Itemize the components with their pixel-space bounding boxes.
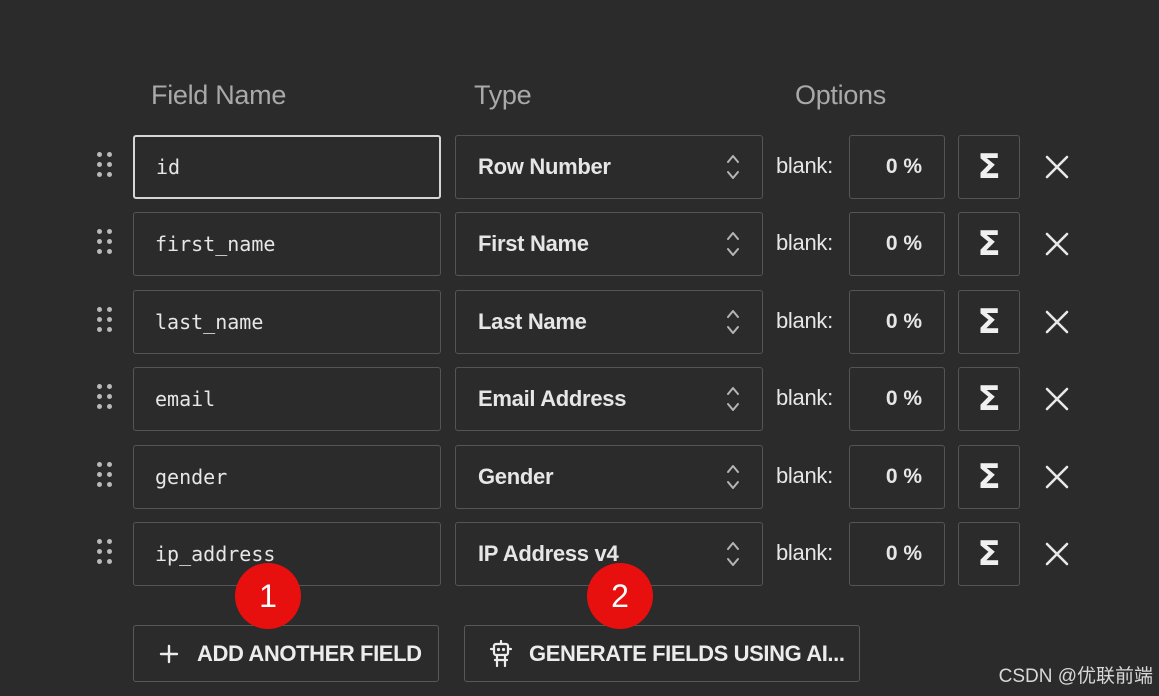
- annotation-badge-1: 1: [235, 563, 301, 629]
- formula-button[interactable]: Σ: [958, 445, 1020, 509]
- sigma-icon: Σ: [977, 534, 1001, 574]
- field-name-input[interactable]: [133, 290, 441, 354]
- header-field-name: Field Name: [151, 80, 287, 110]
- field-name-input[interactable]: [133, 212, 441, 276]
- sigma-icon: Σ: [977, 224, 1001, 264]
- type-select[interactable]: Last Name: [455, 290, 763, 354]
- type-label: Last Name: [478, 309, 587, 334]
- type-select[interactable]: Email Address: [455, 367, 763, 431]
- sort-updown-icon: [727, 155, 739, 179]
- type-label: Row Number: [478, 154, 611, 179]
- drag-handle-icon[interactable]: [97, 462, 117, 490]
- sort-updown-icon: [727, 387, 739, 411]
- field-row-first_name: First Name blank: Σ: [0, 212, 1159, 276]
- drag-handle-icon[interactable]: [97, 539, 117, 567]
- field-row-ip_address: IP Address v4 blank: Σ: [0, 522, 1159, 586]
- field-row-id: Row Number blank: Σ: [0, 135, 1159, 199]
- type-select[interactable]: Row Number: [455, 135, 763, 199]
- close-icon[interactable]: [1043, 385, 1071, 413]
- blank-percent-input[interactable]: [849, 445, 945, 509]
- drag-handle-icon[interactable]: [97, 307, 117, 335]
- drag-handle-icon[interactable]: [97, 229, 117, 257]
- sort-updown-icon: [727, 310, 739, 334]
- type-label: Gender: [478, 464, 554, 489]
- type-label: Email Address: [478, 386, 627, 411]
- blank-label: blank:: [776, 463, 833, 488]
- watermark: CSDN @优联前端: [998, 666, 1153, 687]
- field-row-last_name: Last Name blank: Σ: [0, 290, 1159, 354]
- drag-handle-icon[interactable]: [97, 384, 117, 412]
- formula-button[interactable]: Σ: [958, 212, 1020, 276]
- type-select[interactable]: Gender: [455, 445, 763, 509]
- field-name-input[interactable]: [133, 445, 441, 509]
- blank-label: blank:: [776, 308, 833, 333]
- sigma-icon: Σ: [977, 302, 1001, 342]
- close-icon[interactable]: [1043, 308, 1071, 336]
- sigma-icon: Σ: [977, 379, 1001, 419]
- blank-percent-input[interactable]: [849, 290, 945, 354]
- formula-button[interactable]: Σ: [958, 367, 1020, 431]
- field-name-input[interactable]: [133, 135, 441, 199]
- generate-fields-ai-label: GENERATE FIELDS USING AI...: [529, 640, 845, 666]
- close-icon[interactable]: [1043, 463, 1071, 491]
- drag-handle-icon[interactable]: [97, 152, 117, 180]
- header-type: Type: [474, 80, 532, 110]
- type-label: IP Address v4: [478, 541, 619, 566]
- sort-updown-icon: [727, 465, 739, 489]
- blank-percent-input[interactable]: [849, 522, 945, 586]
- type-select[interactable]: First Name: [455, 212, 763, 276]
- blank-label: blank:: [776, 230, 833, 255]
- header-options: Options: [795, 80, 886, 110]
- sort-updown-icon: [727, 542, 739, 566]
- blank-percent-input[interactable]: [849, 367, 945, 431]
- sort-updown-icon: [727, 232, 739, 256]
- annotation-badge-2: 2: [587, 563, 653, 629]
- add-another-field-label: ADD ANOTHER FIELD: [197, 640, 422, 666]
- generate-fields-ai-button[interactable]: GENERATE FIELDS USING AI...: [464, 625, 860, 682]
- field-row-gender: Gender blank: Σ: [0, 445, 1159, 509]
- sigma-icon: Σ: [977, 457, 1001, 497]
- formula-button[interactable]: Σ: [958, 135, 1020, 199]
- close-icon[interactable]: [1043, 230, 1071, 258]
- blank-percent-input[interactable]: [849, 212, 945, 276]
- robot-icon: [489, 639, 513, 667]
- sigma-icon: Σ: [977, 147, 1001, 187]
- formula-button[interactable]: Σ: [958, 290, 1020, 354]
- formula-button[interactable]: Σ: [958, 522, 1020, 586]
- close-icon[interactable]: [1043, 153, 1071, 181]
- field-row-email: Email Address blank: Σ: [0, 367, 1159, 431]
- close-icon[interactable]: [1043, 540, 1071, 568]
- blank-percent-input[interactable]: [849, 135, 945, 199]
- blank-label: blank:: [776, 153, 833, 178]
- plus-icon: [159, 644, 179, 663]
- type-label: First Name: [478, 231, 589, 256]
- add-another-field-button[interactable]: ADD ANOTHER FIELD: [133, 625, 439, 682]
- blank-label: blank:: [776, 540, 833, 565]
- field-name-input[interactable]: [133, 367, 441, 431]
- blank-label: blank:: [776, 385, 833, 410]
